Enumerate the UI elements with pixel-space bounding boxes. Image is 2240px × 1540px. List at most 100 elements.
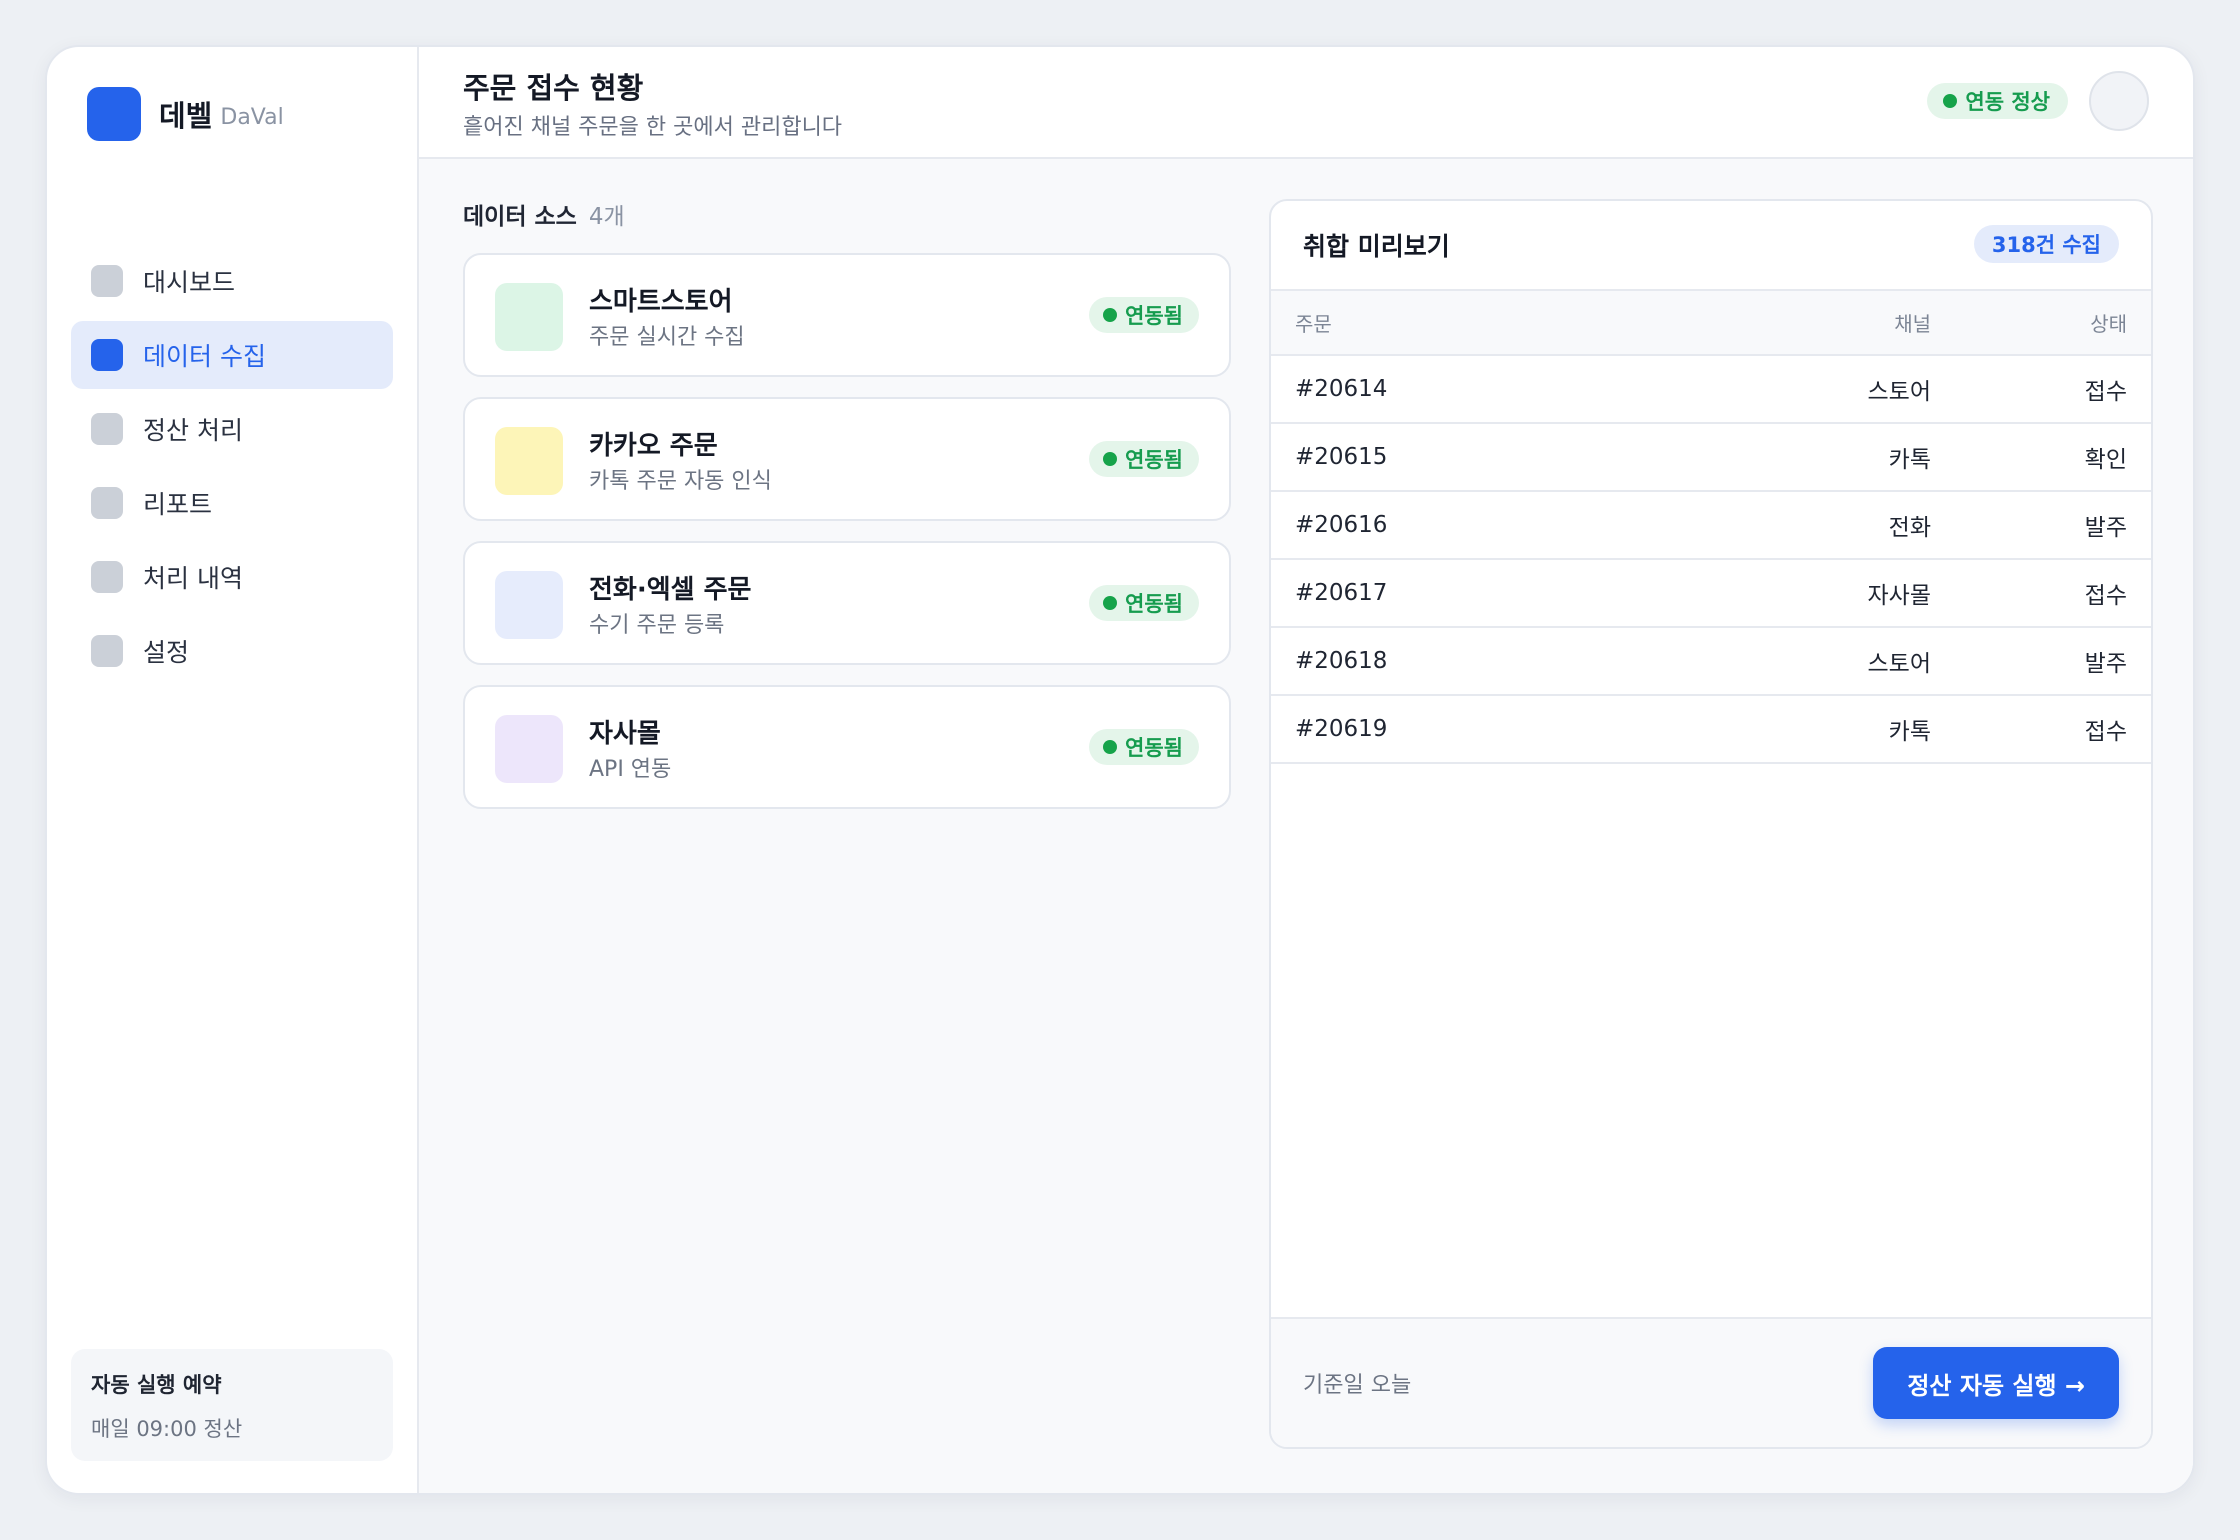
- sources-heading-label: 데이터 소스: [463, 204, 577, 230]
- linked-status-badge: 연동됨: [1089, 297, 1199, 333]
- order-id: #20619: [1271, 695, 1711, 764]
- order-channel: 스토어: [1711, 355, 1931, 424]
- main: 주문 접수 현황 흩어진 채널 주문을 한 곳에서 관리합니다 연동 정상 데이…: [419, 47, 2193, 1493]
- preview-title: 취합 미리보기: [1303, 232, 1450, 261]
- sidebar-item-dashboard[interactable]: 대시보드: [71, 247, 393, 315]
- source-list: 스마트스토어 주문 실시간 수집 연동됨 카카오 주문 카톡 주문 자동 인식 …: [463, 253, 1231, 829]
- table-row[interactable]: #20614 스토어 접수: [1271, 355, 2151, 424]
- linked-status-label: 연동됨: [1125, 448, 1183, 472]
- source-card-kakao[interactable]: 카카오 주문 카톡 주문 자동 인식 연동됨: [463, 397, 1231, 521]
- linked-status-badge: 연동됨: [1089, 729, 1199, 765]
- app-window: 데벨 DaVal 대시보드 데이터 수집 정산 처리 리포트 처리 내역 설정 …: [45, 45, 2195, 1495]
- status-dot-icon: [1103, 452, 1118, 466]
- table-row[interactable]: #20616 전화 발주: [1271, 491, 2151, 560]
- order-channel: 스토어: [1711, 627, 1931, 696]
- brand-logo-icon: [87, 87, 141, 141]
- header: 주문 접수 현황 흩어진 채널 주문을 한 곳에서 관리합니다 연동 정상: [419, 47, 2193, 159]
- source-name: 전화·엑셀 주문: [589, 575, 752, 605]
- order-channel: 카톡: [1711, 423, 1931, 492]
- linked-status-badge: 연동됨: [1089, 441, 1199, 477]
- sidebar-item-label: 처리 내역: [143, 564, 243, 593]
- source-card-own-mall[interactable]: 자사몰 API 연동 연동됨: [463, 685, 1231, 809]
- preview-panel: 취합 미리보기 318건 수집 주문 채널 상태 #20614 스토어 접수 #…: [1269, 199, 2153, 1449]
- schedule-title: 자동 실행 예약: [91, 1373, 222, 1397]
- schedule-desc: 매일 09:00 정산: [91, 1417, 243, 1441]
- status-dot-icon: [1103, 596, 1118, 610]
- page-title: 주문 접수 현황: [463, 71, 644, 105]
- history-icon: [91, 561, 123, 593]
- linked-status-label: 연동됨: [1125, 592, 1183, 616]
- brand-sub: DaVal: [220, 104, 284, 130]
- page-subtitle: 흩어진 채널 주문을 한 곳에서 관리합니다: [463, 115, 843, 140]
- sidebar-item-label: 데이터 수집: [143, 342, 266, 371]
- source-name: 스마트스토어: [589, 287, 733, 317]
- dashboard-icon: [91, 265, 123, 297]
- status-dot-icon: [1103, 740, 1118, 754]
- order-id: #20614: [1271, 355, 1711, 424]
- smartstore-icon: [495, 283, 563, 351]
- source-desc: 카톡 주문 자동 인식: [589, 469, 772, 494]
- sidebar-item-label: 리포트: [143, 490, 213, 519]
- table-row[interactable]: #20615 카톡 확인: [1271, 423, 2151, 492]
- sidebar-item-label: 대시보드: [143, 268, 236, 297]
- sidebar-item-settlement[interactable]: 정산 처리: [71, 395, 393, 463]
- source-name: 자사몰: [589, 719, 661, 749]
- own-mall-icon: [495, 715, 563, 783]
- collected-count-badge: 318건 수집: [1973, 225, 2119, 263]
- sidebar-item-settings[interactable]: 설정: [71, 617, 393, 685]
- order-status: 접수: [1931, 559, 2151, 628]
- sources-heading: 데이터 소스 4개: [463, 197, 625, 231]
- source-card-smartstore[interactable]: 스마트스토어 주문 실시간 수집 연동됨: [463, 253, 1231, 377]
- table-header-row: 주문 채널 상태: [1271, 291, 2151, 356]
- settings-icon: [91, 635, 123, 667]
- linked-status-label: 연동됨: [1125, 736, 1183, 760]
- sources-count: 4개: [588, 204, 625, 230]
- brand[interactable]: 데벨 DaVal: [87, 87, 284, 141]
- preview-header: 취합 미리보기 318건 수집: [1271, 201, 2151, 291]
- order-id: #20616: [1271, 491, 1711, 560]
- status-dot-icon: [1103, 308, 1118, 322]
- order-id: #20618: [1271, 627, 1711, 696]
- table-row[interactable]: #20619 카톡 접수: [1271, 695, 2151, 764]
- source-desc: 주문 실시간 수집: [589, 325, 745, 350]
- connection-status-badge: 연동 정상: [1927, 83, 2068, 119]
- sidebar-item-label: 정산 처리: [143, 416, 243, 445]
- sidebar-nav: 대시보드 데이터 수집 정산 처리 리포트 처리 내역 설정: [71, 247, 393, 691]
- order-id: #20615: [1271, 423, 1711, 492]
- run-settlement-button[interactable]: 정산 자동 실행 →: [1873, 1347, 2119, 1419]
- orders-table: 주문 채널 상태 #20614 스토어 접수 #20615 카톡 확인 #206…: [1271, 291, 2151, 764]
- status-dot-icon: [1943, 94, 1958, 108]
- order-channel: 카톡: [1711, 695, 1931, 764]
- table-row[interactable]: #20617 자사몰 접수: [1271, 559, 2151, 628]
- linked-status-label: 연동됨: [1125, 304, 1183, 328]
- table-row[interactable]: #20618 스토어 발주: [1271, 627, 2151, 696]
- sidebar-item-report[interactable]: 리포트: [71, 469, 393, 537]
- sidebar-item-data-collection[interactable]: 데이터 수집: [71, 321, 393, 389]
- order-status: 접수: [1931, 695, 2151, 764]
- source-desc: 수기 주문 등록: [589, 613, 725, 638]
- order-status: 발주: [1931, 627, 2151, 696]
- source-card-phone-excel[interactable]: 전화·엑셀 주문 수기 주문 등록 연동됨: [463, 541, 1231, 665]
- settlement-icon: [91, 413, 123, 445]
- data-collection-icon: [91, 339, 123, 371]
- preview-footer: 기준일 오늘 정산 자동 실행 →: [1271, 1317, 2151, 1447]
- phone-excel-icon: [495, 571, 563, 639]
- order-status: 발주: [1931, 491, 2151, 560]
- sidebar: 데벨 DaVal 대시보드 데이터 수집 정산 처리 리포트 처리 내역 설정 …: [47, 47, 419, 1493]
- report-icon: [91, 487, 123, 519]
- avatar[interactable]: [2089, 71, 2149, 131]
- schedule-card[interactable]: 자동 실행 예약 매일 09:00 정산: [71, 1349, 393, 1461]
- column-header-status[interactable]: 상태: [1931, 291, 2151, 356]
- column-header-channel[interactable]: 채널: [1711, 291, 1931, 356]
- order-status: 접수: [1931, 355, 2151, 424]
- order-channel: 자사몰: [1711, 559, 1931, 628]
- order-id: #20617: [1271, 559, 1711, 628]
- sidebar-item-history[interactable]: 처리 내역: [71, 543, 393, 611]
- source-desc: API 연동: [589, 757, 672, 782]
- reference-date-label: 기준일 오늘: [1303, 1373, 1412, 1398]
- brand-name: 데벨: [159, 99, 213, 133]
- kakao-icon: [495, 427, 563, 495]
- source-name: 카카오 주문: [589, 431, 718, 461]
- column-header-order[interactable]: 주문: [1271, 291, 1711, 356]
- content: 데이터 소스 4개 스마트스토어 주문 실시간 수집 연동됨 카카오 주문 카톡: [419, 159, 2193, 1493]
